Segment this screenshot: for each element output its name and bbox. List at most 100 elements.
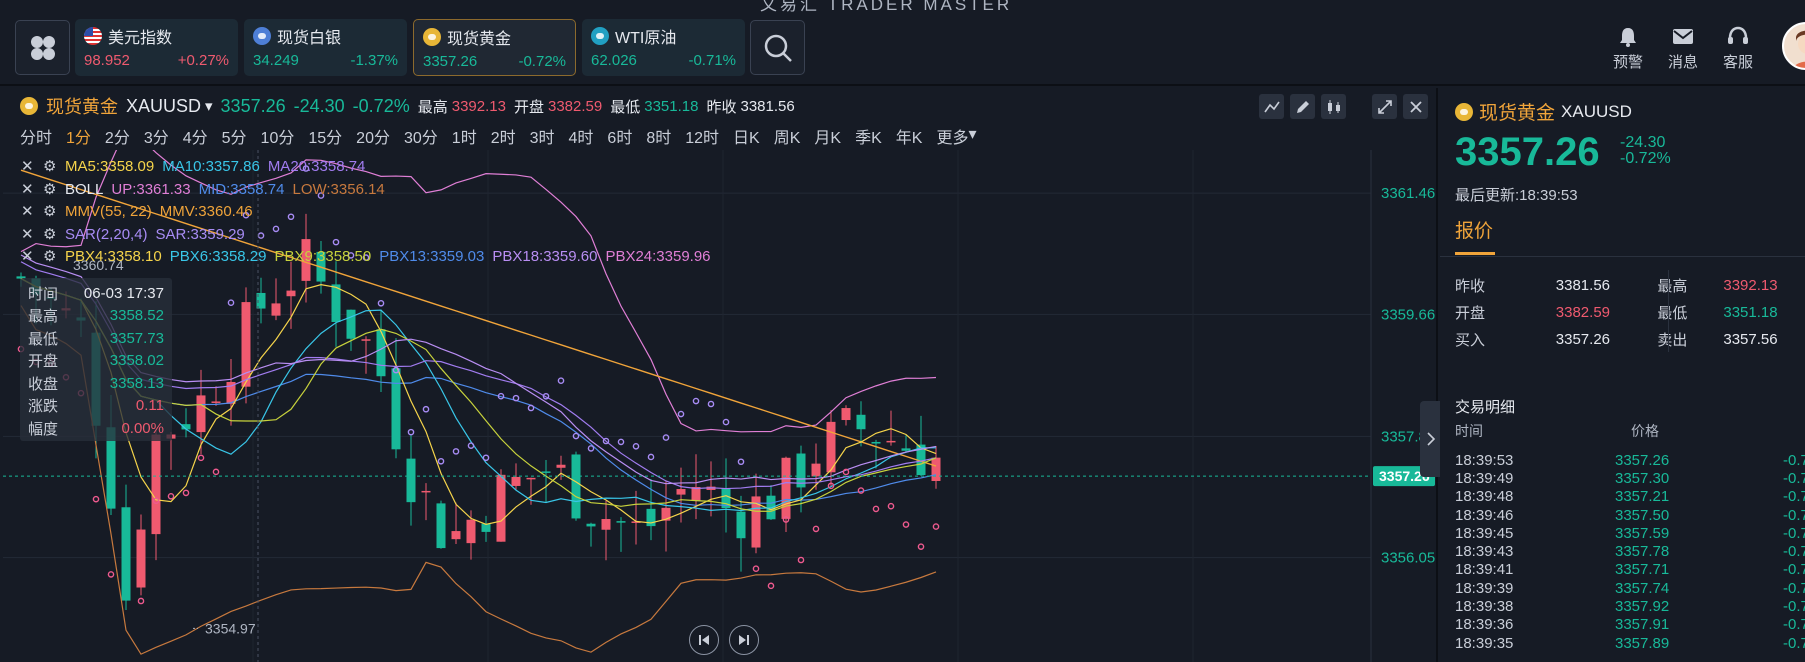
jump-end-button[interactable] [729, 625, 759, 655]
close-icon[interactable]: ✕ [21, 201, 35, 224]
interval-tab[interactable]: 15分 [308, 124, 342, 148]
trade-time: 18:39:39 [1455, 579, 1514, 597]
quote-title: 现货黄金 XAUUSD [1455, 98, 1632, 125]
interval-tab[interactable]: 2时 [491, 124, 516, 148]
indicator-tool-button[interactable] [1259, 94, 1284, 119]
apps-menu-button[interactable] [15, 20, 70, 75]
candle-body [121, 507, 131, 601]
interval-tab[interactable]: 3时 [530, 124, 555, 148]
interval-tab[interactable]: 分时 [20, 124, 52, 148]
candle-body [931, 457, 941, 481]
candle-body [421, 490, 431, 493]
candle-body [841, 408, 851, 421]
ticker-dxy[interactable]: 美元指数 98.952 +0.27% [75, 19, 238, 76]
high-label: 最高 [417, 98, 448, 116]
last-updated-time: 18:39:53 [1519, 187, 1578, 204]
close-icon[interactable]: ✕ [21, 179, 35, 202]
messages-button[interactable]: 消息 [1658, 26, 1708, 72]
sar-dot [437, 457, 445, 465]
trade-change: -0.7 [1783, 488, 1805, 506]
close-icon[interactable]: ✕ [21, 246, 35, 269]
legend-pbx4: PBX4:3358.10 [65, 248, 162, 265]
interval-tab[interactable]: 6时 [607, 124, 632, 148]
tab-quote[interactable]: 报价 [1455, 216, 1493, 243]
ticker-wti[interactable]: WTI原油 62.026 -0.71% [582, 19, 745, 76]
interval-tab[interactable]: 日K [733, 124, 760, 148]
settings-icon[interactable]: ⚙ [43, 201, 57, 224]
settings-icon[interactable]: ⚙ [43, 224, 57, 247]
alert-button[interactable]: 预警 [1603, 26, 1653, 72]
close-icon[interactable]: ✕ [21, 156, 35, 179]
sar-dot [407, 428, 415, 436]
quote-change-pct: -0.72% [1620, 150, 1671, 167]
sar-dot [527, 404, 535, 412]
chart-panel: 现货黄金 XAUUSD ▾ 3357.26 -24.30 -0.72% 最高 3… [3, 88, 1442, 662]
interval-tab[interactable]: 30分 [404, 124, 438, 148]
headset-icon [1728, 26, 1748, 44]
interval-tab[interactable]: 2分 [105, 124, 130, 148]
sar-dot [812, 525, 820, 533]
settings-icon[interactable]: ⚙ [43, 156, 57, 179]
service-button[interactable]: 客服 [1713, 26, 1763, 72]
trade-price: 3357.74 [1615, 579, 1670, 597]
interval-tab[interactable]: 5分 [222, 124, 247, 148]
interval-tab[interactable]: 12时 [685, 124, 719, 148]
legend-ma10: MA10:3357.86 [162, 158, 260, 175]
interval-tab[interactable]: 8时 [646, 124, 671, 148]
legend-mmv: ✕ ⚙ MMV(55, 22) MMV:3360.46 [21, 201, 711, 224]
draw-tool-button[interactable] [1290, 94, 1315, 119]
ticker-gold[interactable]: 现货黄金 3357.26 -0.72% [413, 19, 576, 76]
close-icon[interactable]: ✕ [21, 224, 35, 247]
interval-tab[interactable]: 1分 [66, 124, 91, 148]
candle-body [871, 441, 881, 444]
interval-tab[interactable]: 10分 [261, 124, 295, 148]
tt-low-label: 最低 [28, 330, 59, 348]
quote-row: 买入 3357.26 卖出 3357.56 [1455, 326, 1805, 353]
interval-tab[interactable]: 4时 [569, 124, 594, 148]
bell-icon [1620, 28, 1636, 47]
silver-icon [253, 27, 271, 45]
ticker-silver[interactable]: 现货白银 34.249 -1.37% [244, 19, 407, 76]
chevron-down-icon[interactable]: ▾ [205, 97, 213, 115]
search-button[interactable] [750, 20, 805, 75]
settings-icon[interactable]: ⚙ [43, 246, 57, 269]
chart-tools [1259, 94, 1428, 119]
gold-icon [1455, 102, 1473, 121]
interval-tab[interactable]: 月K [814, 124, 841, 148]
avatar[interactable] [1782, 22, 1805, 70]
trade-change: -0.7 [1783, 469, 1805, 487]
interval-tab[interactable]: 3分 [144, 124, 169, 148]
candle-body [406, 458, 416, 503]
us-flag-icon [84, 27, 102, 45]
candle-body [856, 414, 866, 430]
price-tick-label: 3359.66 [1381, 306, 1435, 323]
service-label: 客服 [1722, 54, 1753, 71]
candle-style-button[interactable] [1321, 94, 1346, 119]
chevron-down-icon[interactable]: ▾ [969, 124, 977, 148]
trades-header: 时间 价格 [1455, 421, 1659, 441]
ticker-name: 现货白银 [277, 30, 342, 47]
search-icon [764, 34, 792, 62]
trade-price: 3357.78 [1615, 543, 1670, 561]
interval-tab[interactable]: 季K [855, 124, 882, 148]
settings-icon[interactable]: ⚙ [43, 179, 57, 202]
interval-tab[interactable]: 年K [896, 124, 923, 148]
tt-high-label: 最高 [28, 308, 59, 326]
chart-symbol-code[interactable]: XAUUSD [126, 96, 201, 117]
sar-dot [692, 397, 700, 405]
tt-close-label: 收盘 [28, 375, 59, 393]
interval-tab[interactable]: 4分 [183, 124, 208, 148]
fullscreen-button[interactable] [1372, 94, 1397, 119]
interval-tab[interactable]: 1时 [452, 124, 477, 148]
divider [1440, 256, 1805, 257]
interval-tab[interactable]: 周K [774, 124, 801, 148]
collapse-panel-button[interactable] [1420, 401, 1442, 477]
quote-label: 昨收 [1455, 278, 1486, 295]
legend-pbx18: PBX18:3359.60 [492, 248, 598, 265]
jump-start-button[interactable] [689, 625, 719, 655]
legend-mmv-value: MMV:3360.46 [159, 203, 253, 220]
candle-body [496, 474, 506, 542]
close-chart-button[interactable] [1403, 94, 1428, 119]
interval-tab[interactable]: 更多 [936, 124, 968, 148]
interval-tab[interactable]: 20分 [356, 124, 390, 148]
